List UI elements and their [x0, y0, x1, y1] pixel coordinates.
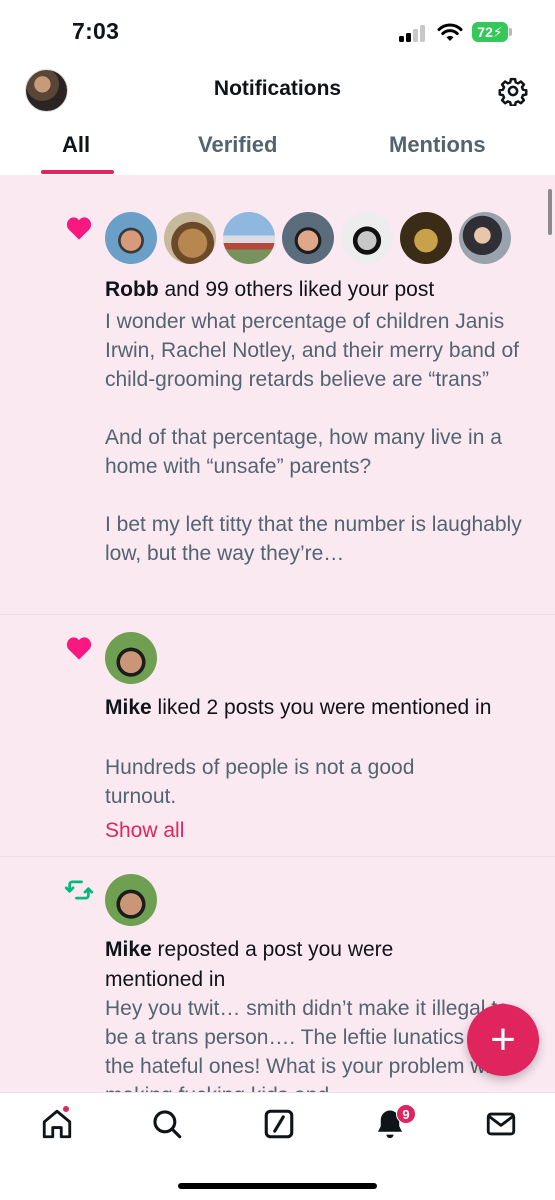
- avatar[interactable]: [164, 212, 216, 264]
- actor-name[interactable]: Mike: [105, 696, 152, 719]
- avatar[interactable]: [105, 874, 157, 926]
- status-bar: 7:03 72 ⚡: [0, 0, 555, 64]
- tab-mentions[interactable]: Mentions: [389, 132, 486, 158]
- heart-icon: [66, 217, 92, 240]
- actor-name[interactable]: Robb: [105, 278, 159, 301]
- home-icon[interactable]: [40, 1107, 74, 1141]
- messages-envelope-icon[interactable]: [484, 1107, 518, 1141]
- reposter-avatars: [105, 874, 157, 926]
- notification-title: Mike reposted a post you were mentioned …: [105, 935, 445, 995]
- grok-icon[interactable]: [262, 1107, 296, 1141]
- post-preview[interactable]: I wonder what percentage of children Jan…: [105, 307, 535, 568]
- tab-all[interactable]: All: [62, 132, 90, 158]
- active-tab-indicator: [41, 170, 114, 174]
- show-all-link[interactable]: Show all: [105, 819, 184, 843]
- charging-bolt-icon: ⚡: [492, 23, 503, 40]
- notification-title: Mike liked 2 posts you were mentioned in: [105, 693, 525, 723]
- heart-icon: [66, 637, 92, 660]
- home-unread-dot: [62, 1105, 70, 1113]
- avatar[interactable]: [105, 632, 157, 684]
- avatar[interactable]: [105, 212, 157, 264]
- tab-bar: All Verified Mentions: [0, 126, 555, 176]
- header: Notifications All Verified Mentions: [0, 64, 555, 176]
- status-time: 7:03: [72, 18, 120, 44]
- compose-button[interactable]: +: [467, 1004, 539, 1076]
- battery-level: 72: [477, 24, 493, 40]
- repost-icon: [64, 880, 94, 900]
- wifi-icon: [437, 23, 463, 41]
- notification-item[interactable]: Mike liked 2 posts you were mentioned in…: [0, 615, 555, 857]
- battery-indicator: 72 ⚡: [472, 22, 508, 42]
- notification-title: Robb and 99 others liked your post: [105, 275, 525, 305]
- avatar[interactable]: [400, 212, 452, 264]
- actor-name[interactable]: Mike: [105, 938, 152, 961]
- notification-count-badge: 9: [396, 1104, 416, 1124]
- avatar[interactable]: [459, 212, 511, 264]
- avatar[interactable]: [341, 212, 393, 264]
- battery-cap: [509, 28, 512, 36]
- notification-action: liked 2 posts you were mentioned in: [151, 696, 492, 719]
- notification-action: and 99 others liked your post: [158, 278, 435, 301]
- liker-avatars: [105, 212, 511, 264]
- tab-verified[interactable]: Verified: [198, 132, 277, 158]
- post-preview[interactable]: Hundreds of people is not a good turnout…: [105, 753, 485, 811]
- notifications-feed[interactable]: Robb and 99 others liked your post I won…: [0, 176, 555, 1092]
- notification-item[interactable]: Robb and 99 others liked your post I won…: [0, 195, 555, 615]
- page-title: Notifications: [213, 77, 342, 100]
- avatar[interactable]: [282, 212, 334, 264]
- search-icon[interactable]: [150, 1107, 184, 1141]
- cellular-signal-icon: [399, 24, 429, 42]
- home-indicator: [178, 1183, 377, 1189]
- settings-gear-icon[interactable]: [498, 76, 528, 106]
- liker-avatars: [105, 632, 157, 684]
- avatar[interactable]: [223, 212, 275, 264]
